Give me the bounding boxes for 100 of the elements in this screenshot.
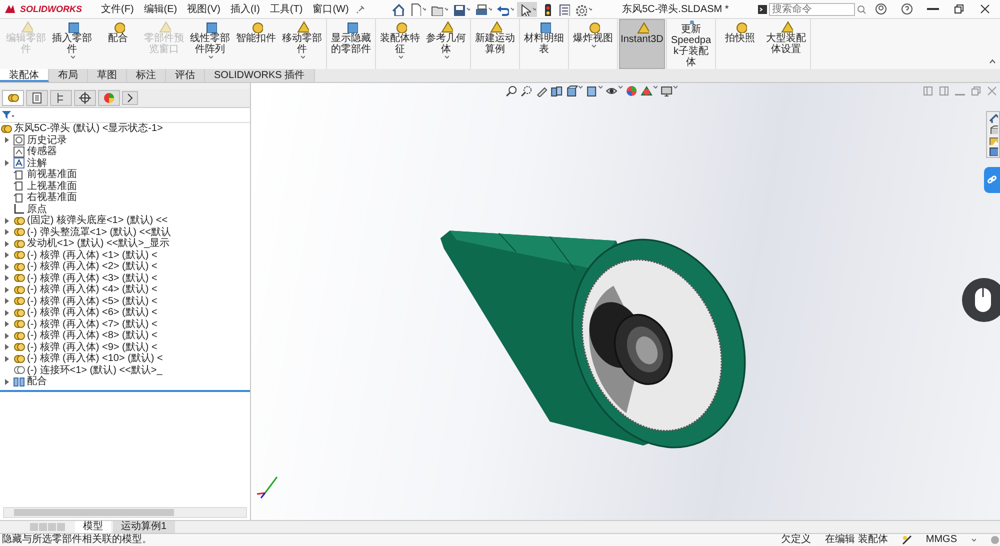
model-tab[interactable]: 模型: [75, 521, 111, 533]
display-style-button[interactable]: [585, 85, 602, 97]
picture-frame-button[interactable]: [988, 135, 998, 145]
tile-left-button[interactable]: [923, 86, 933, 96]
tree-item[interactable]: (-) 核弹 (再入体) <5> (默认) <: [27, 296, 158, 307]
expand-arrow-icon[interactable]: [4, 240, 8, 247]
pencil-button[interactable]: [535, 85, 548, 97]
command-button[interactable]: 智能扣件: [233, 19, 279, 69]
search-field[interactable]: 搜索命令: [769, 2, 855, 16]
zoom-button[interactable]: [505, 85, 518, 97]
command-button[interactable]: 材料明细表: [521, 19, 567, 69]
expand-arrow-icon[interactable]: [4, 264, 8, 270]
command-button[interactable]: 装配体特征: [377, 19, 423, 69]
next-tab-button[interactable]: [122, 91, 138, 105]
cube-button[interactable]: [988, 124, 998, 134]
menu-item[interactable]: 视图(V): [184, 2, 224, 16]
appearance-button[interactable]: [625, 85, 638, 97]
tree-item[interactable]: (-) 核弹 (再入体) <4> (默认) <: [27, 284, 158, 296]
pin-icon[interactable]: [356, 4, 366, 14]
command-tab[interactable]: 评估: [166, 69, 205, 82]
expand-arrow-icon[interactable]: [4, 310, 8, 316]
home-button[interactable]: [988, 113, 998, 123]
tree-item[interactable]: (-) 核弹 (再入体) <2> (默认) <: [27, 261, 158, 272]
expand-arrow-icon[interactable]: [4, 332, 8, 339]
command-button[interactable]: 配合: [95, 19, 141, 69]
eye-button[interactable]: [605, 85, 622, 97]
units-selector[interactable]: MMGS: [926, 534, 957, 546]
tree-item[interactable]: (-) 弹头整流罩<1> (默认) <<默认: [27, 226, 171, 238]
expand-arrow-icon[interactable]: [4, 298, 8, 304]
color-wheel-icon: [103, 92, 115, 104]
command-button[interactable]: 显示隐藏的零部件: [328, 19, 374, 69]
section-view-button[interactable]: [550, 85, 562, 97]
model-tab[interactable]: 运动算例1: [113, 521, 175, 533]
tree-item[interactable]: 发动机<1> (默认) <<默认>_显示: [27, 238, 170, 250]
link-button[interactable]: [984, 167, 1000, 193]
command-button[interactable]: 插入零部件: [49, 19, 95, 69]
command-button[interactable]: 线性零部件阵列: [187, 19, 233, 69]
tree-item[interactable]: 传感器: [27, 146, 57, 158]
cursor-button[interactable]: [516, 2, 537, 16]
command-tab[interactable]: 标注: [127, 69, 166, 82]
command-button[interactable]: 更新Speedpak子装配体: [668, 19, 714, 69]
expand-arrow-icon[interactable]: [4, 286, 8, 293]
command-tab[interactable]: 草图: [88, 69, 127, 82]
tree-item[interactable]: 右视基准面: [27, 192, 77, 204]
tree-item[interactable]: 东风5C-弹头 (默认) <显示状态-1>: [14, 123, 163, 134]
color-wheel-tab[interactable]: [98, 90, 120, 106]
command-tab[interactable]: SOLIDWORKS 插件: [205, 69, 315, 82]
menu-item[interactable]: 文件(F): [98, 2, 137, 16]
tree-item[interactable]: (-) 核弹 (再入体) <3> (默认) <: [27, 272, 158, 284]
tree-item[interactable]: (固定) 核弹头底座<1> (默认) <<: [27, 215, 168, 226]
configuration-tab[interactable]: [50, 90, 72, 106]
view-orientation-button[interactable]: [565, 85, 582, 97]
tree-item[interactable]: 原点: [27, 204, 47, 215]
expand-arrow-icon[interactable]: [4, 344, 8, 350]
expand-arrow-icon[interactable]: [4, 229, 8, 236]
home-button[interactable]: [390, 2, 405, 16]
expand-arrow-icon[interactable]: [4, 218, 8, 224]
expand-arrow-icon[interactable]: [4, 160, 8, 166]
tree-item[interactable]: (-) 核弹 (再入体) <7> (默认) <: [27, 318, 158, 330]
target-tab[interactable]: [74, 90, 96, 106]
tree-item[interactable]: (-) 核弹 (再入体) <10> (默认) <: [27, 353, 163, 364]
menu-item[interactable]: 插入(I): [227, 2, 263, 16]
command-button[interactable]: 拍快照: [717, 19, 763, 69]
command-button[interactable]: Instant3D: [619, 19, 665, 69]
expand-arrow-icon[interactable]: [4, 378, 8, 385]
tree-item[interactable]: 注解: [27, 158, 47, 169]
command-button[interactable]: 参考几何体: [423, 19, 469, 69]
tree-item[interactable]: (-) 核弹 (再入体) <1> (默认) <: [27, 250, 158, 261]
tree-item[interactable]: (-) 核弹 (再入体) <6> (默认) <: [27, 307, 158, 318]
collapse-icon[interactable]: [989, 59, 996, 64]
command-button[interactable]: 爆炸视图: [570, 19, 616, 69]
command-button[interactable]: 新建运动算例: [472, 19, 518, 69]
expand-arrow-icon[interactable]: [4, 321, 8, 328]
horizontal-scrollbar[interactable]: [3, 507, 247, 518]
monitor-button[interactable]: [660, 85, 678, 97]
tree-item[interactable]: 上视基准面: [27, 180, 77, 192]
tree-item[interactable]: (-) 连接环<1> (默认) <<默认>_: [27, 364, 162, 376]
expand-arrow-icon[interactable]: [4, 137, 8, 144]
tree-item[interactable]: 历史记录: [27, 134, 67, 146]
menu-item[interactable]: 窗口(W): [310, 2, 352, 16]
property-list-tab[interactable]: [26, 90, 48, 106]
expand-arrow-icon[interactable]: [4, 275, 8, 282]
command-tab[interactable]: 布局: [49, 69, 88, 82]
expand-arrow-icon[interactable]: [4, 252, 8, 258]
tree-item[interactable]: (-) 核弹 (再入体) <9> (默认) <: [27, 342, 158, 353]
caret-icon[interactable]: [971, 538, 976, 542]
zoom-area-button[interactable]: [520, 85, 532, 97]
tile-right-button[interactable]: [939, 86, 949, 96]
command-tab[interactable]: 装配体: [0, 69, 49, 82]
command-button[interactable]: 大型装配体设置: [763, 19, 809, 69]
tree-item[interactable]: (-) 核弹 (再入体) <8> (默认) <: [27, 330, 158, 342]
tree-item[interactable]: 配合: [27, 376, 47, 388]
command-button[interactable]: 移动零部件: [279, 19, 325, 69]
assembly-tab[interactable]: [2, 90, 24, 106]
expand-arrow-icon[interactable]: [4, 356, 8, 362]
menu-item[interactable]: 工具(T): [266, 2, 306, 16]
tree-item[interactable]: 前视基准面: [27, 169, 77, 180]
scene-button[interactable]: [640, 85, 658, 97]
filter-icon[interactable]: [2, 110, 14, 120]
menu-item[interactable]: 编辑(E): [140, 2, 180, 16]
